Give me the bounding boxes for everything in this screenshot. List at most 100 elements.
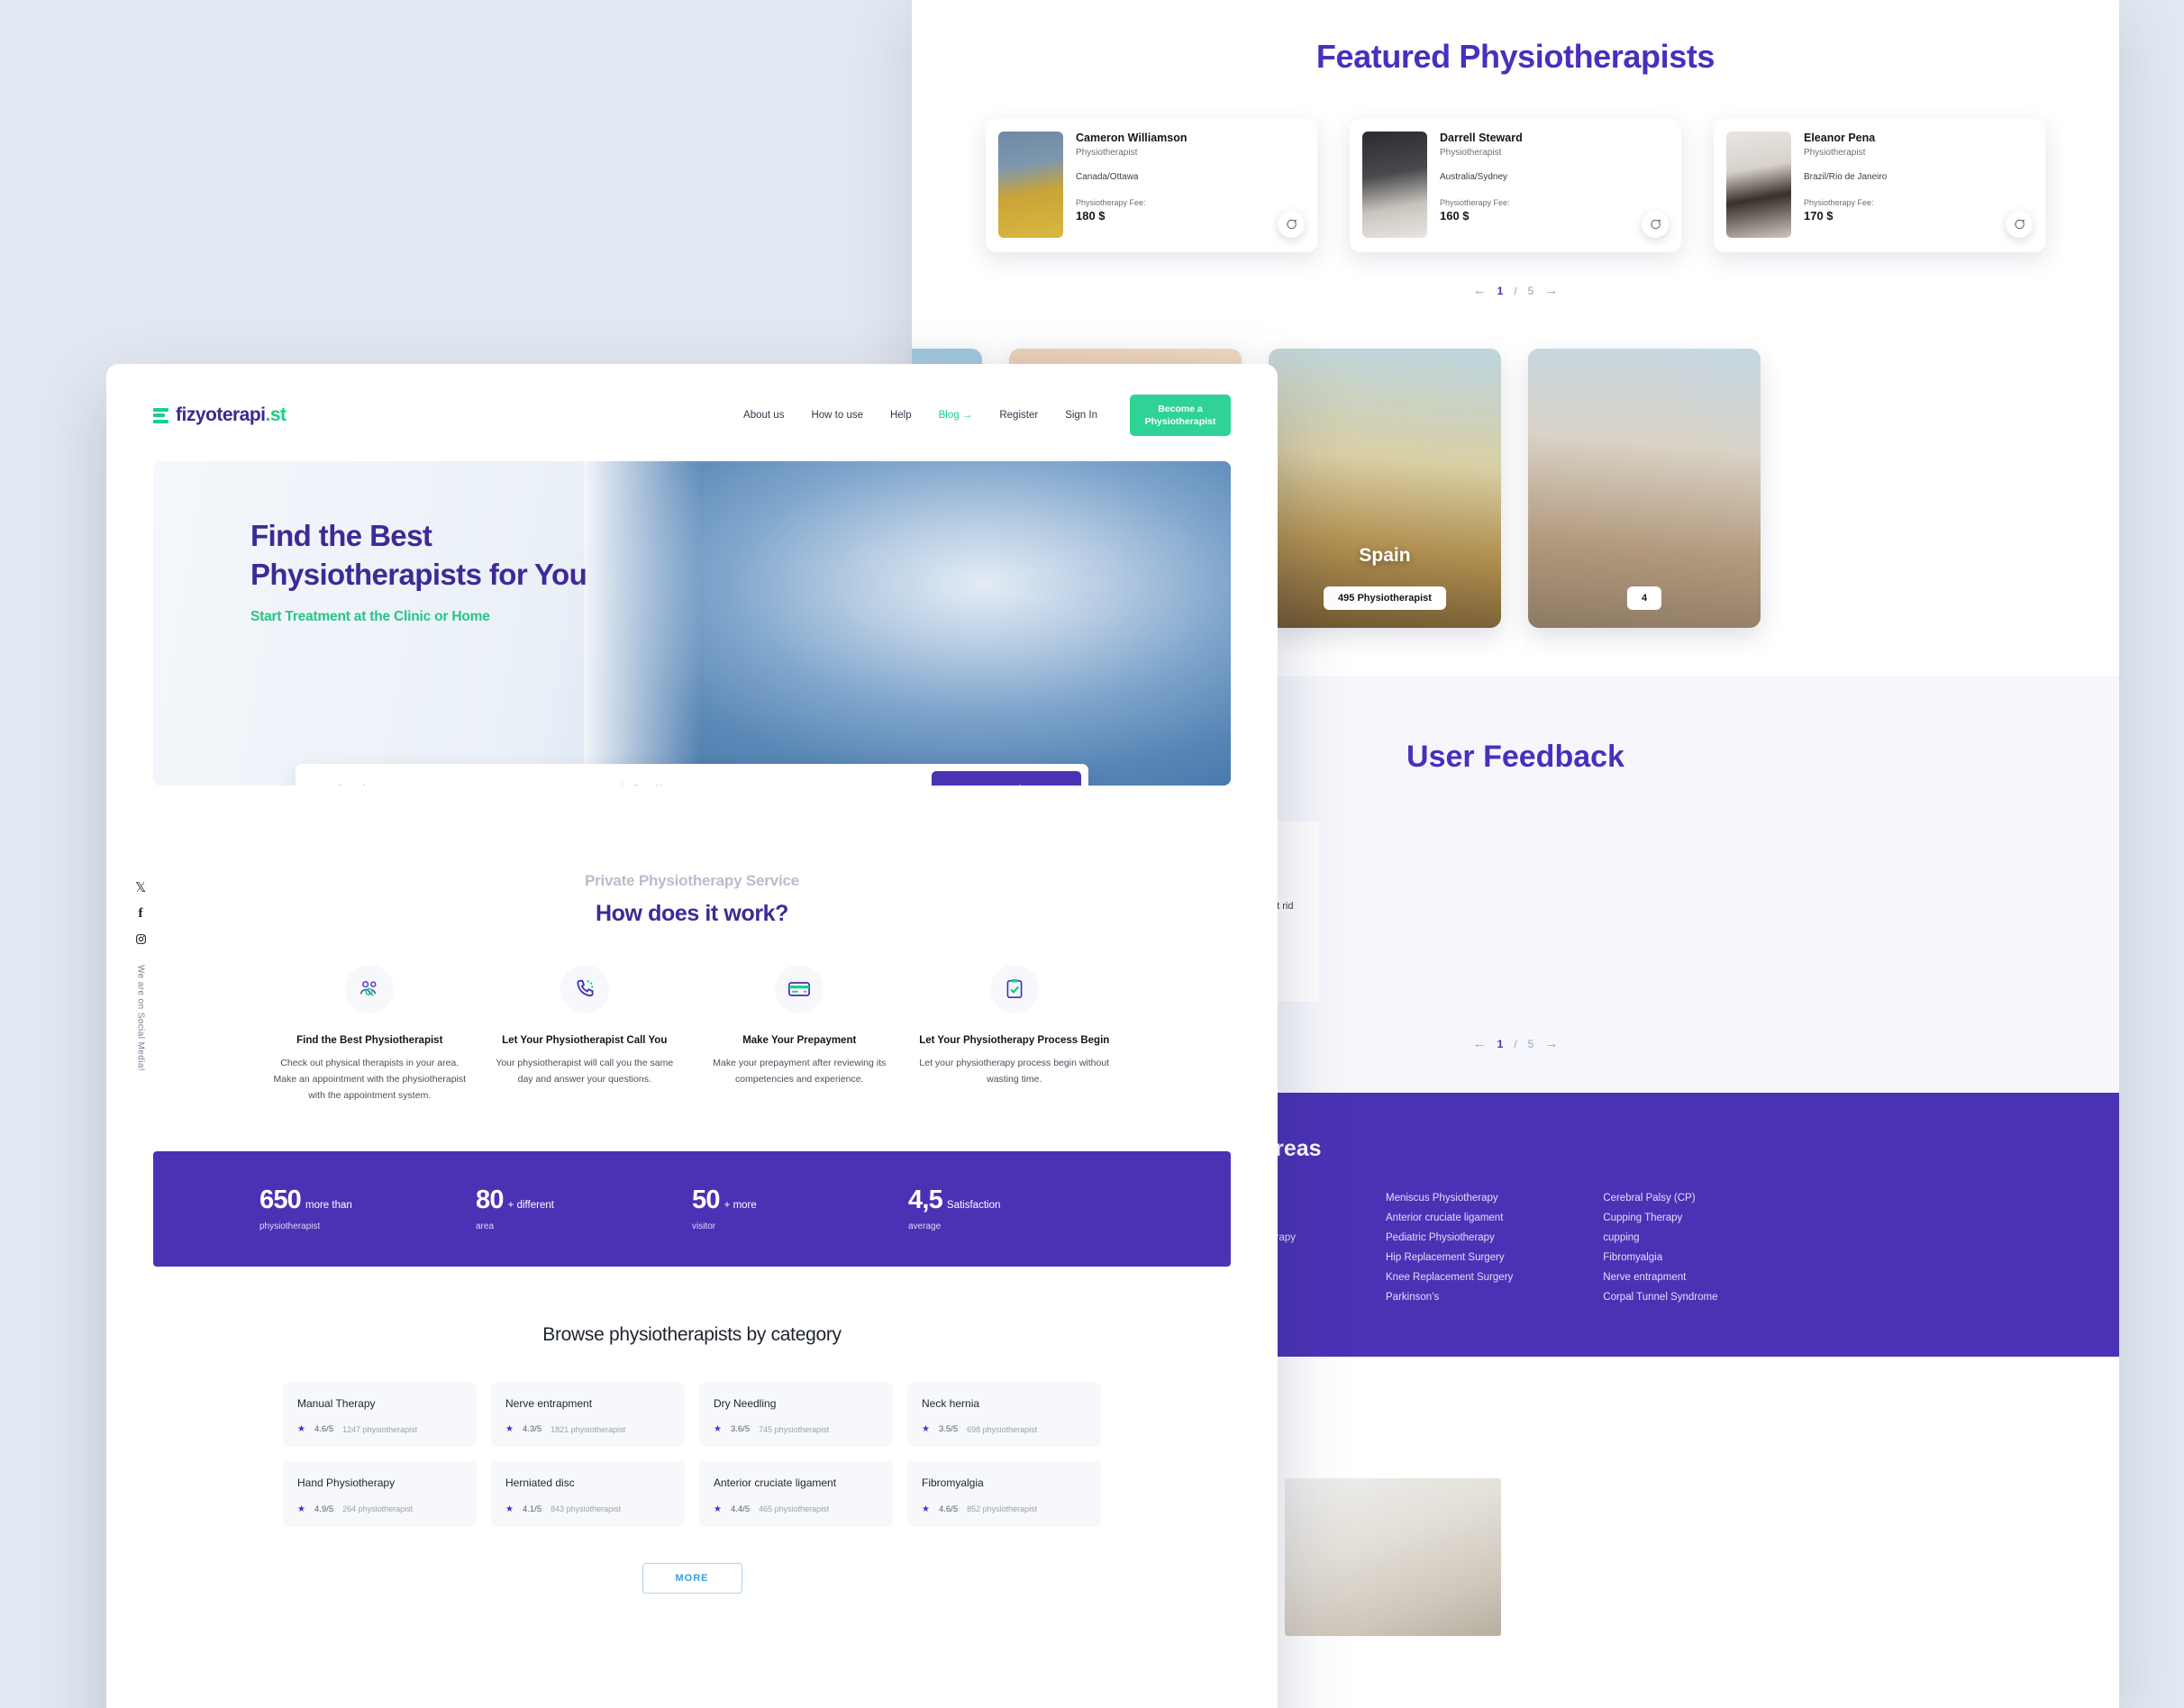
therapist-location: Canada/Ottawa [1076, 172, 1139, 182]
prev-arrow-icon[interactable]: ← [1473, 1036, 1487, 1051]
stat-item: 650 more than physiotherapist [259, 1186, 476, 1231]
category-name: Anterior cruciate ligament [714, 1476, 837, 1490]
category-card[interactable]: Nerve entrapment ★ 4.3/5 1821 physiother… [491, 1381, 685, 1448]
star-icon: ★ [297, 1424, 305, 1435]
category-card[interactable]: Dry Needling ★ 3.6/5 745 physiotherapist [699, 1381, 893, 1448]
therapist-photo [1726, 132, 1791, 238]
chat-button[interactable] [1278, 211, 1305, 238]
popular-area-link[interactable]: Corpal Tunnel Syndrome [1603, 1292, 1717, 1303]
category-name: Manual Therapy [297, 1396, 376, 1410]
navbar: fizyoterapi.st About us How to use Help … [106, 364, 1278, 437]
category-count: 852 physiotherapist [967, 1504, 1038, 1513]
category-name: Fibromyalgia [922, 1476, 984, 1490]
stat-unit: Satisfaction [946, 1200, 1001, 1212]
category-rating: 3.5/5 [938, 1424, 959, 1435]
next-arrow-icon[interactable]: → [1544, 283, 1558, 298]
search-bar: Search City Search [296, 764, 1088, 786]
search-button[interactable]: Search [932, 771, 1081, 786]
category-rating: 3.6/5 [730, 1424, 751, 1435]
next-arrow-icon[interactable]: → [1544, 1036, 1558, 1051]
star-icon: ★ [297, 1504, 305, 1514]
country-card[interactable]: Spain 495 Physiotherapist [1269, 349, 1501, 628]
category-card[interactable]: Fibromyalgia ★ 4.6/5 852 physiotherapist [907, 1461, 1101, 1527]
popular-area-link[interactable]: Nerve entrapment [1603, 1272, 1717, 1283]
chat-bubble-icon [1651, 219, 1661, 230]
page-current: 1 [1497, 1037, 1504, 1050]
popular-area-link[interactable]: Hip Replacement Surgery [1386, 1252, 1513, 1263]
featured-card[interactable]: Darrell Steward Physiotherapist Australi… [1350, 119, 1681, 252]
facebook-icon[interactable]: f [139, 907, 143, 921]
blog-image[interactable] [1285, 1478, 1501, 1636]
hero-banner: Find the Best Physiotherapists for You S… [153, 461, 1231, 786]
nav-item-register[interactable]: Register [999, 410, 1038, 421]
stat-item: 4,5 Satisfaction average [908, 1186, 1124, 1231]
popular-area-link[interactable]: Cupping Therapy [1603, 1213, 1717, 1223]
nav-item-sign-in[interactable]: Sign In [1065, 410, 1097, 421]
therapist-name: Darrell Steward [1440, 132, 1523, 144]
star-icon: ★ [714, 1504, 722, 1514]
featured-card[interactable]: Eleanor Pena Physiotherapist Brazil/Rio … [1714, 119, 2045, 252]
step-description: Make your prepayment after reviewing its… [713, 1057, 887, 1085]
become-physiotherapist-button[interactable]: Become a Physiotherapist [1130, 395, 1231, 437]
stat-subtitle: average [908, 1222, 942, 1232]
hero-title-line1: Find the Best [250, 519, 432, 553]
search-city-field[interactable]: City [630, 784, 933, 786]
stat-unit: + different [507, 1200, 554, 1212]
category-count: 1821 physiotherapist [551, 1424, 626, 1434]
step-title: Find the Best Physiotherapist [296, 1035, 443, 1047]
prev-arrow-icon[interactable]: ← [1473, 283, 1487, 298]
star-icon: ★ [922, 1424, 930, 1435]
front-page-screen: fizyoterapi.st About us How to use Help … [106, 364, 1278, 1708]
stat-subtitle: visitor [692, 1222, 716, 1232]
clipboard-check-icon [989, 965, 1039, 1014]
chat-button[interactable] [1642, 211, 1669, 238]
category-card[interactable]: Neck hernia ★ 3.5/5 698 physiotherapist [907, 1381, 1101, 1448]
category-card[interactable]: Manual Therapy ★ 4.6/5 1247 physiotherap… [283, 1381, 477, 1448]
twitter-icon[interactable]: 𝕏 [135, 881, 146, 895]
social-rail-text: We are on Social Media! [135, 965, 146, 1071]
popular-area-link[interactable]: Anterior cruciate ligament [1386, 1213, 1513, 1223]
therapist-role: Physiotherapist [1804, 148, 1866, 158]
popular-areas-column: Meniscus Physiotherapy Anterior cruciate… [1386, 1193, 1513, 1303]
nav-item-how-to-use[interactable]: How to use [811, 410, 863, 421]
category-card[interactable]: Herniated disc ★ 4.1/5 843 physiotherapi… [491, 1461, 685, 1527]
fee-label: Physiotherapy Fee: [1440, 198, 1510, 207]
category-card[interactable]: Anterior cruciate ligament ★ 4.4/5 465 p… [699, 1461, 893, 1527]
hero-image [584, 461, 1231, 786]
category-count: 264 physiotherapist [342, 1504, 414, 1513]
stat-subtitle: area [476, 1222, 495, 1232]
more-button[interactable]: MORE [642, 1562, 742, 1594]
step-title: Make Your Prepayment [742, 1035, 857, 1047]
popular-area-link[interactable]: Fibromyalgia [1603, 1252, 1717, 1263]
instagram-icon[interactable] [135, 933, 147, 945]
featured-card[interactable]: Cameron Williamson Physiotherapist Canad… [986, 119, 1317, 252]
stat-number: 50 [692, 1186, 720, 1215]
popular-area-link[interactable]: Pediatric Physiotherapy [1386, 1232, 1513, 1243]
star-icon: ★ [505, 1424, 514, 1435]
popular-area-link[interactable]: Meniscus Physiotherapy [1386, 1193, 1513, 1204]
therapist-role: Physiotherapist [1440, 148, 1502, 158]
nav-item-about-us[interactable]: About us [743, 410, 784, 421]
popular-area-link[interactable]: Parkinson’s [1386, 1292, 1513, 1303]
chat-button[interactable] [2006, 211, 2033, 238]
popular-area-link[interactable]: Knee Replacement Surgery [1386, 1272, 1513, 1283]
featured-section-title: Featured Physiotherapists [1315, 38, 1715, 75]
popular-area-link[interactable]: Cerebral Palsy (CP) [1603, 1193, 1717, 1204]
nav-item-help[interactable]: Help [890, 410, 912, 421]
fee-value: 170 $ [1804, 209, 1834, 223]
stats-banner: 650 more than physiotherapist 80 + diffe… [153, 1150, 1231, 1267]
logo[interactable]: fizyoterapi.st [153, 404, 287, 426]
category-rating: 4.3/5 [522, 1424, 542, 1435]
chat-bubble-icon [2015, 219, 2025, 230]
popular-area-link[interactable]: cupping [1603, 1232, 1717, 1243]
category-name: Nerve entrapment [505, 1396, 593, 1410]
step-description: Let your physiotherapy process begin wit… [919, 1057, 1110, 1085]
category-card[interactable]: Hand Physiotherapy ★ 4.9/5 264 physiothe… [283, 1461, 477, 1527]
category-count: 698 physiotherapist [967, 1424, 1038, 1434]
category-rating: 4.4/5 [730, 1504, 751, 1514]
search-query-field[interactable]: Search [312, 784, 614, 786]
nav-item-blog[interactable]: Blog → [939, 410, 973, 421]
how-it-works-kicker: Private Physiotherapy Service [585, 872, 799, 890]
country-card[interactable]: 4 [1528, 349, 1761, 628]
category-name: Dry Needling [714, 1396, 777, 1410]
